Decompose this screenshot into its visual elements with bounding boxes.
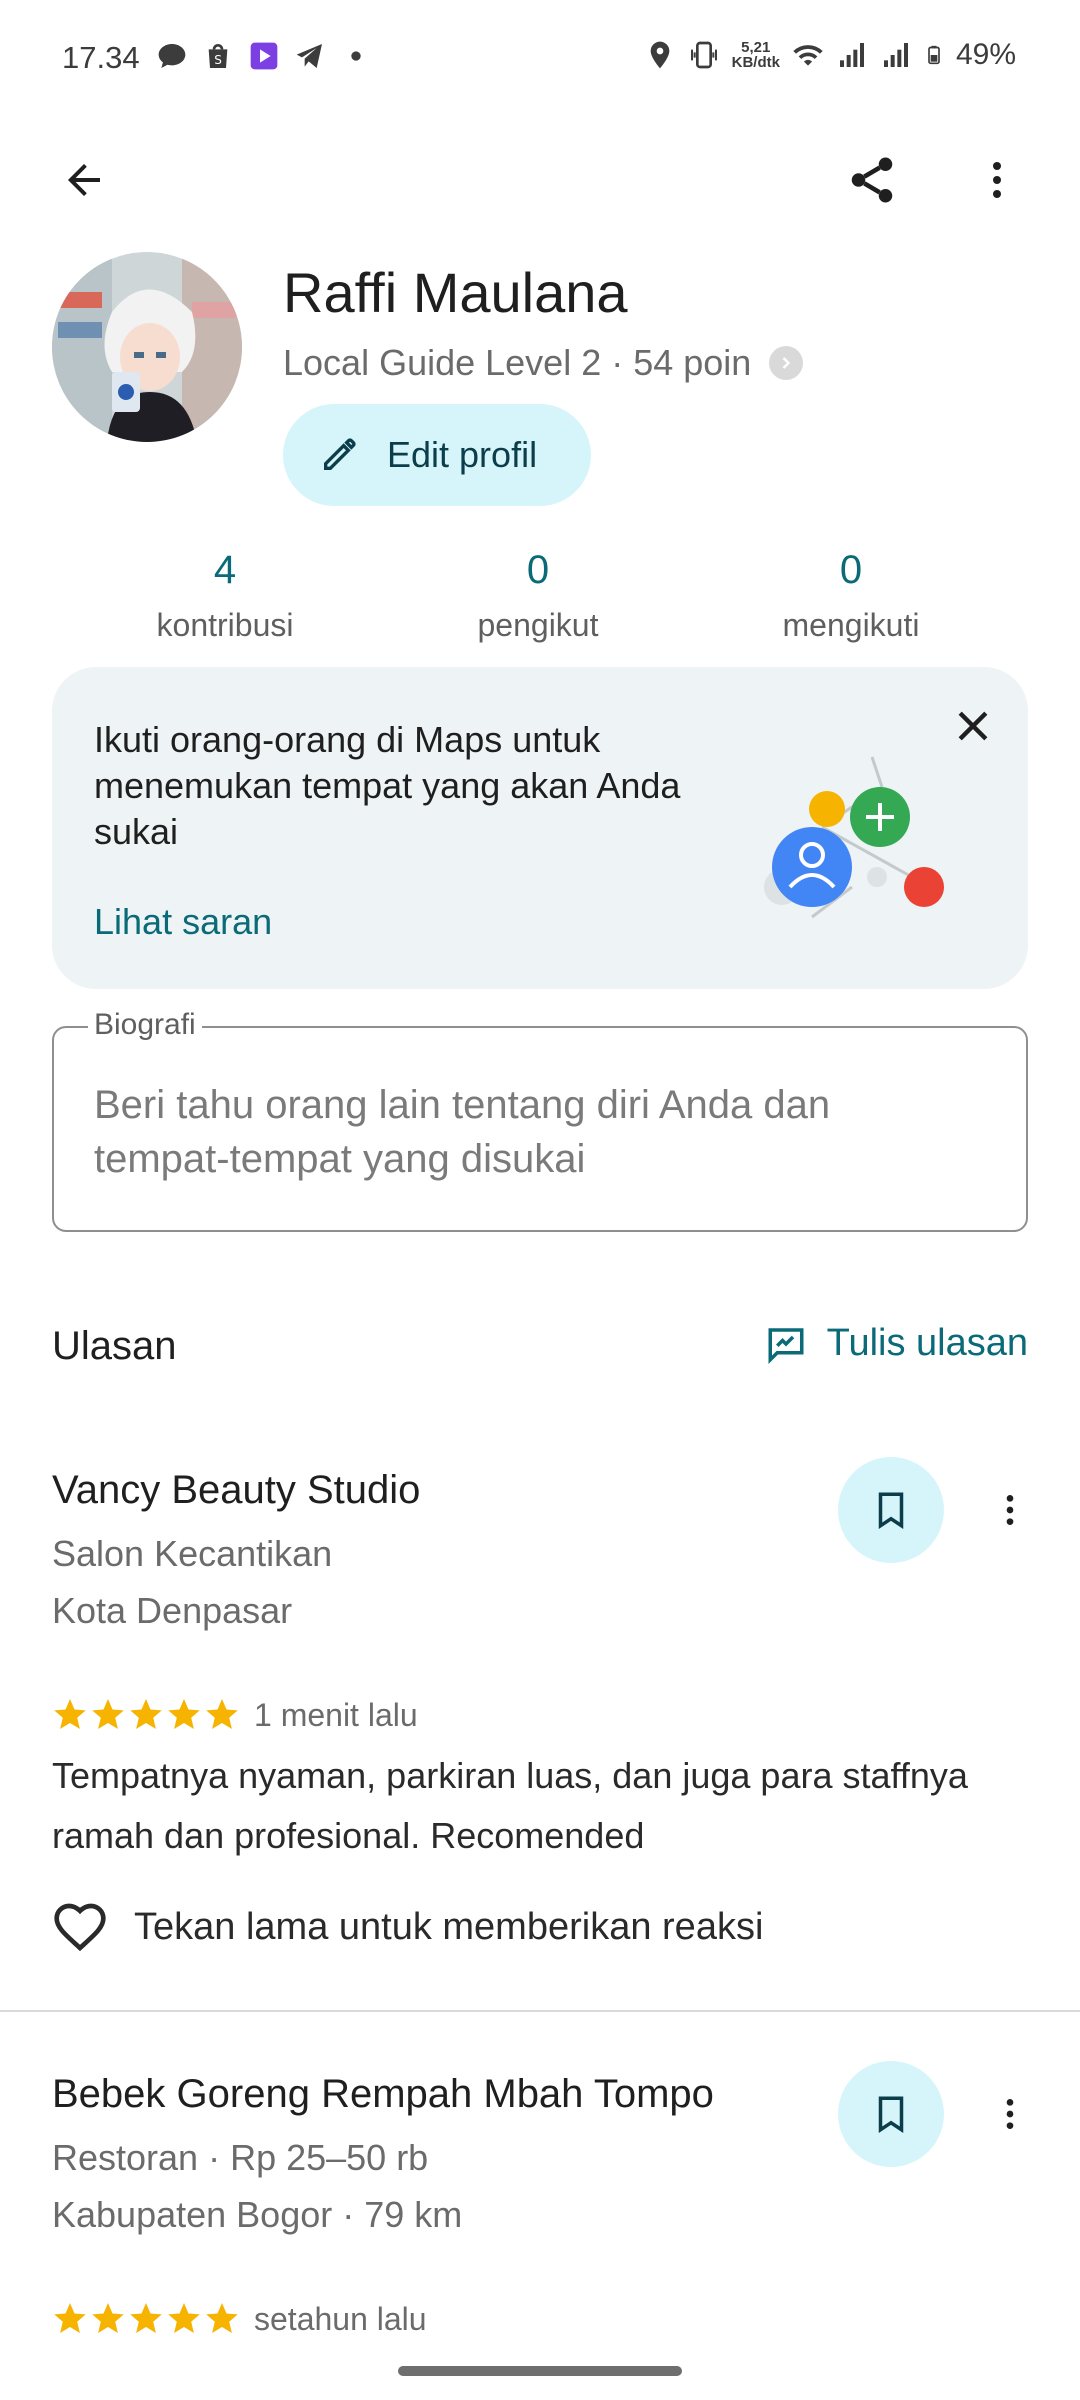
stat-followers[interactable]: 0 pengikut: [398, 548, 678, 644]
avatar-image: [52, 252, 242, 442]
bookmark-icon: [878, 2096, 904, 2134]
review-time: setahun lalu: [254, 2301, 427, 2337]
arrow-back-icon: [68, 164, 100, 196]
more-notifications-icon: [351, 51, 361, 61]
vibrate-icon: [690, 41, 717, 69]
edit-profile-label: Edit profil: [387, 434, 538, 475]
stat-following-value: 0: [839, 548, 863, 592]
react-label: Tekan lama untuk memberikan reaksi: [134, 1905, 764, 1948]
wifi-icon: [793, 45, 823, 66]
bio-label: Biografi: [88, 1008, 202, 1042]
write-review-label: Tulis ulasan: [826, 1322, 1028, 1364]
see-suggestions-link[interactable]: Lihat saran: [94, 901, 272, 943]
star-rating: [52, 2300, 240, 2336]
back-button[interactable]: [44, 140, 124, 220]
write-review-icon: [768, 1327, 804, 1364]
star-icon: [206, 1699, 238, 1729]
bio-placeholder: Beri tahu orang lain tentang diri Anda d…: [94, 1083, 831, 1181]
battery-icon: [928, 45, 940, 65]
star-icon: [92, 2303, 124, 2333]
battery-percent: 49%: [955, 38, 1016, 71]
review-place-name[interactable]: Bebek Goreng Rempah Mbah Tompo: [52, 2072, 714, 2117]
more-vert-icon: [993, 162, 1001, 198]
star-icon: [54, 1699, 86, 1729]
signal-icon-sim2: [883, 43, 908, 67]
stat-contributions[interactable]: 4 kontribusi: [85, 548, 365, 644]
review-place-location: Kota Denpasar: [52, 1590, 293, 1631]
people-network-illustration: [764, 756, 944, 919]
review-more-button[interactable]: [986, 1470, 1034, 1550]
save-place-button[interactable]: [838, 2061, 944, 2167]
media-play-icon: [250, 42, 278, 70]
star-icon: [54, 2303, 86, 2333]
notification-icons: S: [156, 40, 372, 72]
star-icon: [168, 2303, 200, 2333]
star-icon: [206, 2303, 238, 2333]
star-icon: [92, 1699, 124, 1729]
reviews-section-title: Ulasan: [52, 1324, 177, 1368]
status-time: 17.34: [62, 40, 140, 75]
stat-contributions-label: kontribusi: [156, 607, 294, 643]
save-place-button[interactable]: [838, 1457, 944, 1563]
more-options-button[interactable]: [957, 140, 1037, 220]
status-bar: 17.34 S 5,21 KB/dtk 49%: [0, 0, 1080, 118]
network-speed-unit: KB/dtk: [731, 54, 780, 71]
review-place-name[interactable]: Vancy Beauty Studio: [52, 1468, 420, 1513]
review-text: Tempatnya nyaman, parkiran luas, dan jug…: [52, 1755, 968, 1856]
write-review-button[interactable]: Tulis ulasan: [765, 1322, 1028, 1365]
pencil-icon: [324, 438, 356, 470]
review-place-location: Kabupaten Bogor · 79 km: [52, 2194, 463, 2235]
share-icon: [851, 157, 893, 203]
network-speed-value: 5,21: [741, 39, 771, 56]
network-speed: 5,21 KB/dtk: [732, 40, 780, 70]
star-icon: [130, 1699, 162, 1729]
stat-followers-value: 0: [526, 548, 550, 592]
review-divider: [0, 2010, 1080, 2012]
home-indicator[interactable]: [398, 2366, 682, 2376]
share-button[interactable]: [832, 140, 912, 220]
location-icon: [650, 41, 669, 69]
bio-field[interactable]: Biografi Beri tahu orang lain tentang di…: [52, 1008, 1028, 1232]
svg-text:S: S: [214, 53, 222, 67]
signal-icon-sim1: [839, 43, 864, 67]
review-more-button[interactable]: [986, 2074, 1034, 2154]
suggestion-text: Ikuti orang-orang di Maps untuk menemuka…: [94, 719, 681, 852]
star-icon: [168, 1699, 200, 1729]
review-place-category: Restoran · Rp 25–50 rb: [52, 2137, 429, 2178]
avatar[interactable]: [52, 252, 242, 442]
local-guide-level[interactable]: Local Guide Level 2 · 54 poin: [283, 342, 804, 384]
chat-bubble-icon: [158, 44, 186, 68]
more-vert-icon: [1006, 1495, 1014, 1525]
profile-stats: 4 kontribusi 0 pengikut 0 mengikuti: [0, 548, 1080, 668]
follow-suggestion-card: Ikuti orang-orang di Maps untuk menemuka…: [52, 667, 1028, 989]
star-icon: [130, 2303, 162, 2333]
shop-bag-icon: S: [208, 44, 228, 68]
star-rating: [52, 1696, 240, 1732]
edit-profile-button[interactable]: Edit profil: [283, 404, 591, 506]
local-guide-level-text: Local Guide Level 2 · 54 poin: [283, 342, 752, 383]
top-app-bar: [0, 140, 1080, 220]
chevron-right-icon: [769, 346, 804, 380]
stat-following[interactable]: 0 mengikuti: [711, 548, 991, 644]
stat-followers-label: pengikut: [477, 607, 599, 643]
stat-following-label: mengikuti: [782, 607, 920, 643]
more-vert-icon: [1006, 2099, 1014, 2129]
heart-icon: [54, 1903, 106, 1952]
profile-name: Raffi Maulana: [283, 261, 628, 324]
react-button[interactable]: Tekan lama untuk memberikan reaksi: [52, 1899, 763, 1955]
stat-contributions-value: 4: [213, 548, 237, 592]
system-icons: 5,21 KB/dtk 49%: [644, 38, 1016, 72]
bookmark-icon: [878, 1492, 904, 1530]
telegram-icon: [296, 44, 322, 68]
review-time: 1 menit lalu: [254, 1697, 418, 1733]
review-place-category: Salon Kecantikan: [52, 1533, 333, 1574]
